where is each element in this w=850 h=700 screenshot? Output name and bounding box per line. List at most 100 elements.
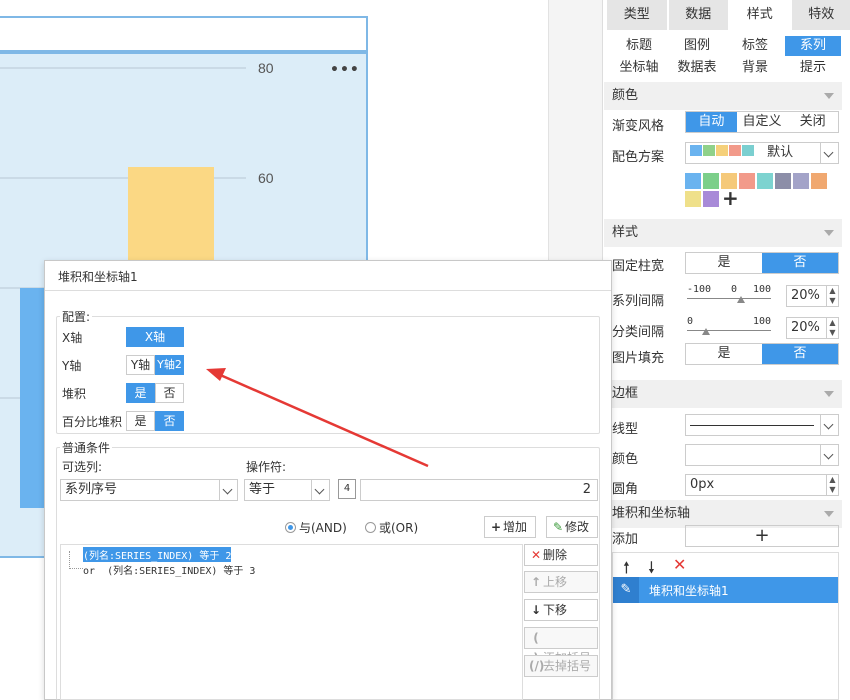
palette-color[interactable]	[757, 173, 773, 189]
x-axis-option[interactable]: X轴	[126, 327, 184, 347]
percent-stack-label: 百分比堆积	[62, 415, 123, 429]
arrow-down-icon: ↓	[530, 603, 542, 617]
value-type-icon[interactable]: 4	[338, 479, 356, 499]
move-up-button[interactable]: ↑ 上移	[524, 571, 598, 593]
chart-title-bar[interactable]	[0, 16, 368, 52]
section-stack-axis[interactable]: 堆积和坐标轴	[604, 500, 842, 528]
or-radio[interactable]: 或(OR)	[365, 519, 418, 536]
delete-condition-button[interactable]: ✕ 删除	[524, 544, 598, 566]
percent-stack-yes[interactable]: 是	[126, 411, 155, 431]
and-radio[interactable]: 与(AND)	[285, 519, 347, 536]
condition-item[interactable]: or (列名:SERIES_INDEX) 等于 3	[83, 562, 255, 577]
spinner-arrows-icon[interactable]: ▲ ▼	[826, 475, 838, 495]
spinner-arrows-icon[interactable]: ▲ ▼	[826, 286, 838, 306]
add-condition-button[interactable]: + 增加	[484, 516, 536, 538]
subtab-tooltip[interactable]: 提示	[785, 58, 841, 78]
tab-data[interactable]: 数据	[668, 0, 728, 30]
condition-value-input[interactable]: 2	[360, 479, 598, 501]
condition-group-title: 普通条件	[60, 439, 113, 456]
move-down-button[interactable]: ↓ 下移	[524, 599, 598, 621]
category-gap-spinner[interactable]: 20% ▲ ▼	[786, 317, 839, 339]
slider-thumb[interactable]	[737, 296, 745, 303]
condition-list[interactable]: (列名:SERIES_INDEX) 等于 2 or (列名:SERIES_IND…	[60, 544, 523, 700]
operator-label: 操作符:	[246, 460, 287, 474]
gradient-style-toggle: 自动 自定义 关闭	[685, 111, 839, 133]
line-type-select[interactable]	[685, 414, 839, 436]
y-axis-option-1[interactable]: Y轴	[126, 355, 155, 375]
y-tick-label: 80	[258, 60, 274, 76]
chevron-down-icon	[820, 143, 838, 163]
chevron-down-icon	[820, 445, 838, 465]
y-axis-option-2[interactable]: Y轴2	[155, 355, 184, 375]
add-color-icon[interactable]: +	[722, 188, 739, 208]
plus-icon: +	[490, 520, 502, 534]
subtab-datasheet[interactable]: 数据表	[669, 58, 725, 78]
image-fill-no[interactable]: 否	[762, 344, 838, 364]
color-swatch	[729, 145, 741, 156]
palette-color[interactable]	[703, 191, 719, 207]
palette-color[interactable]	[811, 173, 827, 189]
category-gap-slider[interactable]: 0 100	[685, 316, 783, 340]
tab-type[interactable]: 类型	[607, 0, 667, 30]
color-swatch	[742, 145, 754, 156]
edit-condition-button[interactable]: ✎ 修改	[546, 516, 598, 538]
border-color-select[interactable]	[685, 444, 839, 466]
x-axis-toggle: X轴	[126, 327, 184, 347]
gradient-auto-option[interactable]: 自动	[686, 112, 737, 132]
remove-paren-button[interactable]: (/)去掉括号	[524, 655, 598, 677]
section-border[interactable]: 边框	[604, 380, 842, 408]
subtab-label[interactable]: 标签	[727, 36, 783, 56]
more-dots-icon[interactable]: •••	[330, 62, 360, 78]
category-gap-label: 分类间隔	[612, 325, 665, 340]
chart-bar[interactable]	[20, 288, 46, 508]
subtab-series[interactable]: 系列	[785, 36, 841, 56]
remove-parentheses-icon: (/)	[529, 659, 545, 673]
column-select[interactable]: 系列序号	[60, 479, 238, 501]
scheme-value: 默认	[767, 145, 794, 160]
delete-icon: ✕	[530, 548, 542, 562]
stack-no[interactable]: 否	[155, 383, 184, 403]
operator-select[interactable]: 等于	[244, 479, 330, 501]
percent-stack-no[interactable]: 否	[155, 411, 184, 431]
palette-color[interactable]	[793, 173, 809, 189]
color-palette	[685, 173, 839, 211]
tab-effects[interactable]: 特效	[791, 0, 850, 30]
pencil-icon[interactable]: ✎	[613, 577, 639, 603]
delete-icon[interactable]: ✕	[673, 555, 686, 574]
image-fill-yes[interactable]: 是	[686, 344, 762, 364]
palette-color[interactable]	[739, 173, 755, 189]
section-color[interactable]: 颜色	[604, 82, 842, 110]
spinner-arrows-icon[interactable]: ▲ ▼	[826, 318, 838, 338]
series-gap-spinner[interactable]: 20% ▲ ▼	[786, 285, 839, 307]
subtab-title[interactable]: 标题	[611, 36, 667, 56]
section-style[interactable]: 样式	[604, 219, 842, 247]
subtab-background[interactable]: 背景	[727, 58, 783, 78]
stack-yes[interactable]: 是	[126, 383, 155, 403]
condition-item[interactable]: (列名:SERIES_INDEX) 等于 2	[83, 547, 232, 562]
y-axis-toggle: Y轴 Y轴2	[126, 355, 184, 375]
radius-spinner[interactable]: 0px ▲ ▼	[685, 474, 839, 496]
tab-style[interactable]: 样式	[730, 0, 790, 30]
image-fill-toggle: 是 否	[685, 343, 839, 365]
palette-color[interactable]	[685, 173, 701, 189]
gradient-off-option[interactable]: 关闭	[787, 112, 839, 132]
slider-thumb[interactable]	[702, 328, 710, 335]
color-scheme-label: 配色方案	[612, 150, 665, 165]
gradient-custom-option[interactable]: 自定义	[736, 112, 788, 132]
collapse-caret-icon	[824, 93, 834, 99]
add-paren-button[interactable]: ( )添加括号	[524, 627, 598, 665]
add-stack-button[interactable]: +	[685, 525, 839, 547]
fixed-width-yes[interactable]: 是	[686, 253, 762, 273]
subtab-axis[interactable]: 坐标轴	[611, 58, 667, 78]
stack-list-item[interactable]: ✎ 堆积和坐标轴1	[613, 577, 838, 603]
fixed-width-no[interactable]: 否	[762, 253, 838, 273]
palette-color[interactable]	[775, 173, 791, 189]
palette-color[interactable]	[703, 173, 719, 189]
color-scheme-select[interactable]: 默认	[685, 142, 839, 164]
stack-toggle: 是 否	[126, 383, 184, 403]
palette-color[interactable]	[685, 191, 701, 207]
column-label: 可选列:	[62, 460, 103, 474]
y-tick-label: 60	[258, 170, 274, 186]
subtab-legend[interactable]: 图例	[669, 36, 725, 56]
series-gap-slider[interactable]: -100 0 100	[685, 284, 783, 308]
